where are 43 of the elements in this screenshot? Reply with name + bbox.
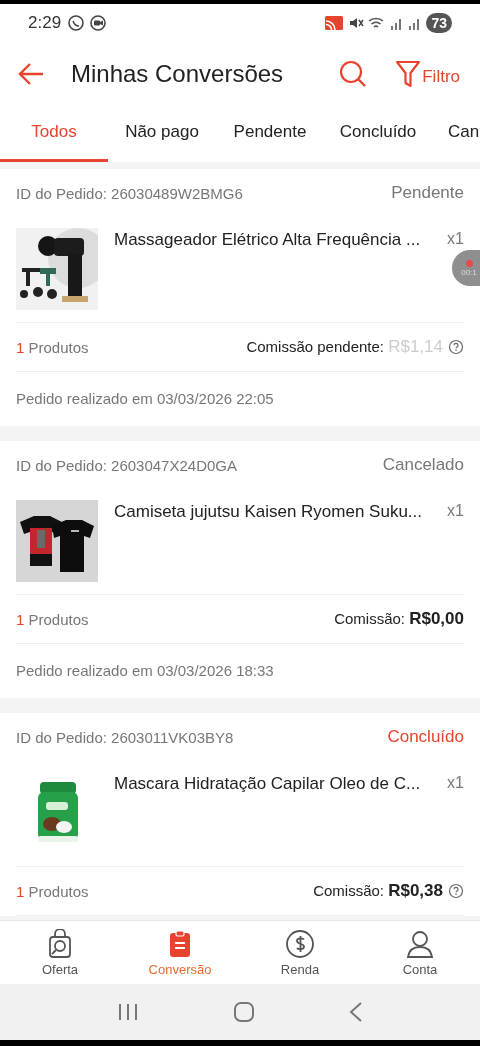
product-count: 1 Produtos	[16, 610, 90, 628]
order-id: ID do Pedido: 2603011VK03BY8	[16, 728, 234, 746]
home-icon[interactable]	[233, 1001, 255, 1023]
filter-tab[interactable]: Concluído	[324, 105, 432, 162]
funnel-icon	[395, 59, 422, 88]
order-date: Pedido realizado em 03/03/2026 18:33	[16, 661, 275, 681]
dollar-icon	[285, 928, 315, 959]
back-icon[interactable]	[347, 1001, 364, 1023]
order-status: Cancelado	[382, 455, 464, 475]
nav-tab[interactable]: Renda	[240, 921, 360, 984]
camera-icon	[89, 14, 108, 32]
filter-button[interactable]: Filtro	[395, 59, 460, 88]
commission-text: Comissão: R$0,00	[334, 609, 464, 629]
product-count: 1 Produtos	[16, 882, 90, 900]
record-dot-icon	[465, 259, 473, 267]
product-count: 1 Produtos	[16, 338, 90, 356]
search-icon[interactable]	[339, 59, 368, 88]
filter-tab[interactable]: Pendente	[216, 105, 324, 162]
product-name: Mascara Hidratação Capilar Oleo de C...	[114, 774, 422, 794]
order-id: ID do Pedido: 26030489W2BMG6	[16, 184, 243, 202]
filter-tab[interactable]: Can	[432, 105, 480, 162]
order-status: Pendente	[391, 183, 464, 203]
product-quantity: x1	[447, 774, 464, 792]
battery-level: 73	[426, 13, 452, 33]
help-icon[interactable]	[448, 339, 464, 355]
page-title: Minhas Conversões	[71, 59, 285, 88]
commission-text: Comissão: R$0,38	[313, 881, 443, 901]
product-quantity: x1	[447, 230, 464, 248]
product-quantity: x1	[447, 502, 464, 520]
order-status: Concluído	[387, 727, 464, 747]
nav-tab[interactable]: Oferta	[0, 921, 120, 984]
order-id: ID do Pedido: 2603047X24D0GA	[16, 456, 237, 474]
filter-tab[interactable]: Não pago	[108, 105, 216, 162]
order-date: Pedido realizado em 03/03/2026 22:05	[16, 389, 275, 409]
product-name: Massageador Elétrico Alta Frequência ...	[114, 230, 422, 250]
nav-tab[interactable]: Conta	[360, 921, 480, 984]
clock-time: 2:29	[28, 13, 62, 33]
mute-icon	[348, 15, 365, 31]
product-name: Camiseta jujutsu Kaisen Ryomen Suku...	[114, 502, 424, 522]
person-icon	[405, 928, 435, 959]
back-arrow-icon[interactable]	[17, 61, 45, 86]
help-icon[interactable]	[448, 883, 464, 899]
cast-icon	[324, 15, 345, 31]
